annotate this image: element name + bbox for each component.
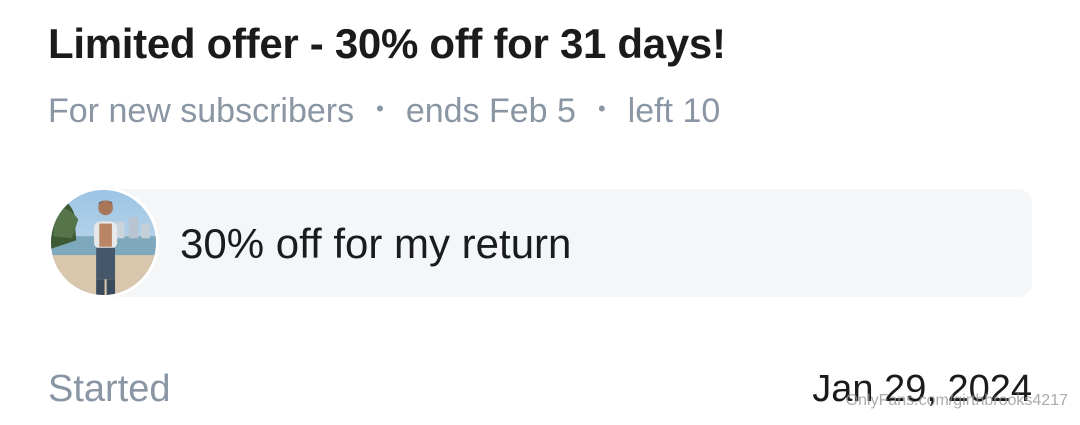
offer-title: Limited offer - 30% off for 31 days! [48,20,726,67]
offer-end-date: ends Feb 5 [405,92,576,130]
offer-meta: For new subscribers • ends Feb 5 • left … [48,92,720,131]
avatar-image [51,190,156,295]
started-label: Started [48,368,171,410]
meta-separator: • [597,95,606,121]
offer-message-row: 30% off for my return [48,187,1032,298]
watermark: OnlyFans.com/girthbrooks4217 [845,392,1068,409]
offer-remaining-count: left 10 [627,92,721,130]
offer-message-text: 30% off for my return [180,220,572,267]
offer-audience: For new subscribers [48,92,355,130]
offer-card: Limited offer - 30% off for 31 days! For… [0,0,1080,425]
creator-avatar[interactable] [48,187,159,298]
meta-separator: • [376,95,384,121]
